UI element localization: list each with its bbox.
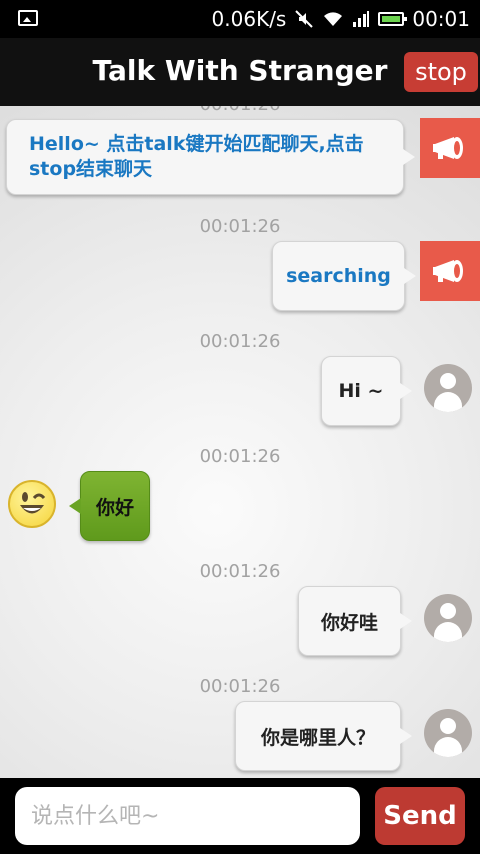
wink-emoji-icon <box>8 480 56 528</box>
user-avatar-icon <box>424 594 472 642</box>
message-text: 你好 <box>95 496 134 519</box>
megaphone-icon <box>420 241 480 301</box>
sent-message-bubble: Hi ~ <box>321 356 412 426</box>
message-text: searching <box>286 265 391 287</box>
title-bar: Talk With Stranger stop <box>0 38 480 106</box>
timestamp: 00:01:26 <box>199 331 281 352</box>
message-text: Hi ~ <box>338 380 384 402</box>
system-message-bubble: searching <box>272 241 416 311</box>
megaphone-icon <box>420 118 480 178</box>
sent-message-bubble: 你好哇 <box>298 586 412 656</box>
system-message-bubble: Hello~ 点击talk键开始匹配聊天,点击stop结束聊天 <box>6 119 415 195</box>
message-text: 你是哪里人？ <box>260 726 375 749</box>
battery-icon <box>378 12 408 26</box>
timestamp: 00:01:26 <box>199 216 281 237</box>
timestamp: 00:01:26 <box>199 446 281 467</box>
timestamp: 00:01:26 <box>199 561 281 582</box>
user-avatar-icon <box>424 364 472 412</box>
network-speed: 0.06K/s <box>211 7 287 31</box>
message-text: 你好哇 <box>320 611 378 634</box>
status-bar: 0.06K/s 00:01 <box>0 0 480 38</box>
mute-icon <box>295 10 314 28</box>
user-avatar-icon <box>424 709 472 757</box>
sent-message-bubble: 你是哪里人？ <box>235 701 412 771</box>
timestamp: 00:01:26 <box>199 676 281 697</box>
signal-icon <box>353 11 370 27</box>
stop-button[interactable]: stop <box>404 52 478 92</box>
timestamp: 00:01:26 <box>0 106 480 115</box>
received-message-bubble: 你好 <box>69 471 150 541</box>
clock: 00:01 <box>412 7 470 31</box>
send-button[interactable]: Send <box>375 787 465 845</box>
image-notification-icon <box>18 10 38 26</box>
status-right: 0.06K/s 00:01 <box>212 6 470 32</box>
message-input[interactable] <box>15 787 360 845</box>
message-text: Hello~ 点击talk键开始匹配聊天,点击stop结束聊天 <box>29 133 364 180</box>
chat-area[interactable]: 00:01:26 Hello~ 点击talk键开始匹配聊天,点击stop结束聊天… <box>0 106 480 778</box>
composer-bar: Send <box>0 778 480 854</box>
wifi-icon <box>324 12 343 26</box>
